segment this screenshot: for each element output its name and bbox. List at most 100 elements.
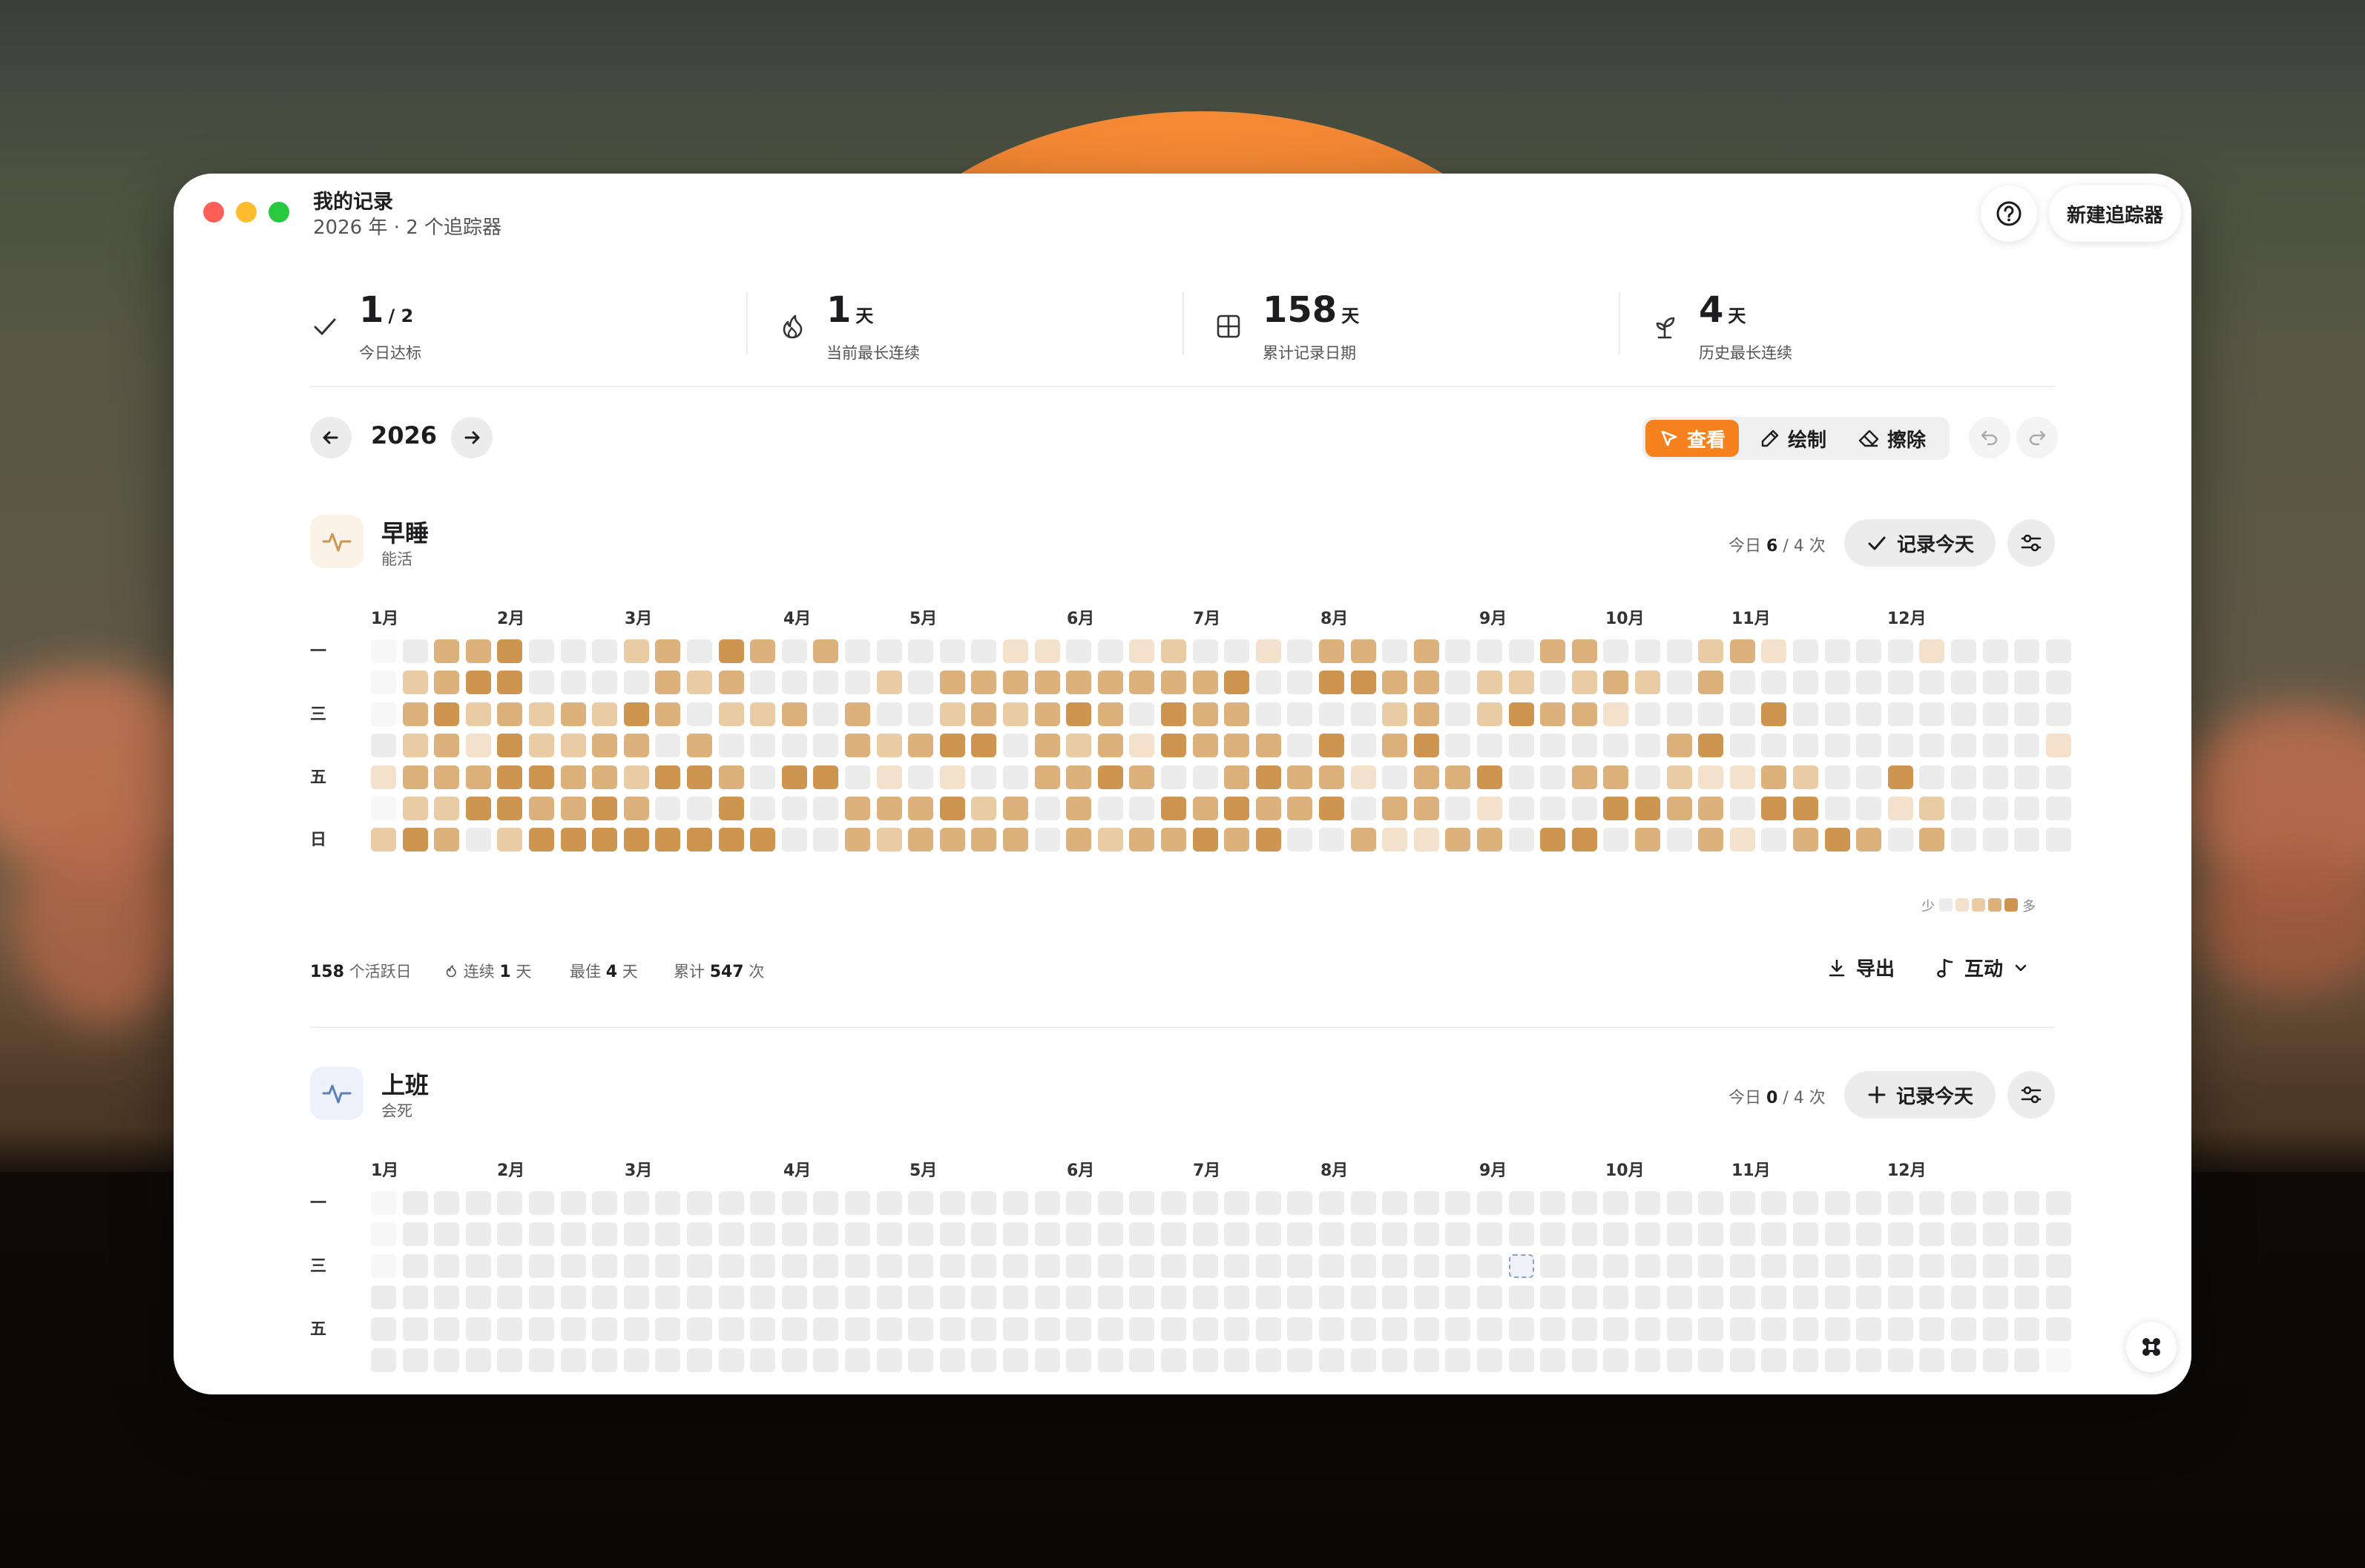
heatmap-cell[interactable] bbox=[1666, 1348, 1692, 1372]
heatmap-cell[interactable] bbox=[1034, 671, 1060, 695]
heatmap-cell[interactable] bbox=[1887, 671, 1913, 695]
heatmap-cell[interactable] bbox=[1003, 828, 1028, 852]
heatmap-cell[interactable] bbox=[592, 828, 618, 852]
heatmap-cell[interactable] bbox=[623, 1285, 649, 1310]
heatmap-cell[interactable] bbox=[1350, 1317, 1376, 1341]
heatmap-cell[interactable] bbox=[1255, 671, 1281, 695]
heatmap-cell[interactable] bbox=[1603, 1317, 1629, 1341]
heatmap-cell[interactable] bbox=[1982, 671, 2008, 695]
heatmap-cell[interactable] bbox=[1161, 1348, 1186, 1372]
heatmap-cell[interactable] bbox=[1413, 1285, 1439, 1310]
heatmap-cell[interactable] bbox=[655, 828, 681, 852]
heatmap-cell[interactable] bbox=[781, 765, 807, 789]
heatmap-cell[interactable] bbox=[813, 639, 839, 663]
heatmap-cell[interactable] bbox=[908, 1254, 934, 1278]
heatmap-cell[interactable] bbox=[1982, 1254, 2008, 1278]
heatmap-cell[interactable] bbox=[1097, 639, 1123, 663]
heatmap-cell[interactable] bbox=[781, 1222, 807, 1247]
heatmap-cell[interactable] bbox=[939, 828, 965, 852]
heatmap-cell[interactable] bbox=[1034, 797, 1060, 820]
heatmap-cell[interactable] bbox=[465, 1285, 491, 1310]
heatmap-cell[interactable] bbox=[1856, 1222, 1882, 1247]
heatmap-cell[interactable] bbox=[1224, 828, 1250, 852]
heatmap-cell[interactable] bbox=[1856, 797, 1882, 820]
heatmap-cell[interactable] bbox=[497, 1222, 523, 1247]
heatmap-cell[interactable] bbox=[1761, 1348, 1787, 1372]
heatmap-cell[interactable] bbox=[1129, 671, 1155, 695]
heatmap-cell[interactable] bbox=[1034, 765, 1060, 789]
heatmap-cell[interactable] bbox=[1856, 671, 1882, 695]
heatmap-cell[interactable] bbox=[2014, 828, 2040, 852]
heatmap-cell[interactable] bbox=[718, 1191, 744, 1215]
heatmap-cell[interactable] bbox=[1066, 1222, 1092, 1247]
heatmap-cell[interactable] bbox=[1919, 1254, 1945, 1278]
heatmap-cell[interactable] bbox=[1413, 1348, 1439, 1372]
heatmap-cell[interactable] bbox=[1571, 1254, 1597, 1278]
heatmap-cell[interactable] bbox=[465, 1317, 491, 1341]
heatmap-cell[interactable] bbox=[1413, 639, 1439, 663]
heatmap-cell[interactable] bbox=[1445, 1348, 1471, 1372]
heatmap-cell[interactable] bbox=[2045, 639, 2071, 663]
heatmap-cell[interactable] bbox=[592, 1191, 618, 1215]
heatmap-cell[interactable] bbox=[434, 797, 460, 820]
heatmap-cell[interactable] bbox=[1129, 1191, 1155, 1215]
heatmap-cell[interactable] bbox=[876, 702, 902, 726]
heatmap-cell[interactable] bbox=[971, 702, 997, 726]
heatmap-cell[interactable] bbox=[1287, 1285, 1313, 1310]
heatmap-cell[interactable] bbox=[1887, 734, 1913, 758]
heatmap-cell[interactable] bbox=[402, 671, 428, 695]
heatmap-cell[interactable] bbox=[1413, 1191, 1439, 1215]
heatmap-cell[interactable] bbox=[1413, 734, 1439, 758]
heatmap-cell[interactable] bbox=[1382, 1191, 1408, 1215]
heatmap-cell[interactable] bbox=[1508, 828, 1534, 852]
heatmap-cell[interactable] bbox=[1445, 671, 1471, 695]
heatmap-cell[interactable] bbox=[1887, 765, 1913, 789]
heatmap-cell[interactable] bbox=[1982, 702, 2008, 726]
heatmap-cell[interactable] bbox=[371, 1254, 396, 1278]
heatmap-cell[interactable] bbox=[1951, 671, 1976, 695]
heatmap-cell[interactable] bbox=[813, 1191, 839, 1215]
heatmap-cell[interactable] bbox=[1571, 1285, 1597, 1310]
heatmap-cell[interactable] bbox=[560, 1348, 586, 1372]
heatmap-cell[interactable] bbox=[971, 765, 997, 789]
heatmap-cell[interactable] bbox=[560, 1254, 586, 1278]
heatmap-cell[interactable] bbox=[1034, 639, 1060, 663]
heatmap-cell[interactable] bbox=[2014, 1191, 2040, 1215]
heatmap-cell[interactable] bbox=[1793, 639, 1818, 663]
heatmap-cell[interactable] bbox=[497, 1285, 523, 1310]
heatmap-cell[interactable] bbox=[781, 1191, 807, 1215]
heatmap-cell[interactable] bbox=[497, 765, 523, 789]
heatmap-cell[interactable] bbox=[402, 1254, 428, 1278]
heatmap-cell[interactable] bbox=[813, 734, 839, 758]
heatmap-cell[interactable] bbox=[1761, 734, 1787, 758]
heatmap-cell[interactable] bbox=[2045, 1254, 2071, 1278]
heatmap-cell[interactable] bbox=[939, 671, 965, 695]
heatmap-cell[interactable] bbox=[1919, 828, 1945, 852]
heatmap-cell[interactable] bbox=[1382, 702, 1408, 726]
heatmap-cell[interactable] bbox=[908, 1317, 934, 1341]
heatmap-cell[interactable] bbox=[813, 765, 839, 789]
undo-button[interactable] bbox=[1969, 417, 2010, 458]
heatmap-cell[interactable] bbox=[1445, 1317, 1471, 1341]
heatmap-cell[interactable] bbox=[1666, 734, 1692, 758]
heatmap-cell[interactable] bbox=[1793, 671, 1818, 695]
heatmap-cell[interactable] bbox=[465, 765, 491, 789]
heatmap-cell[interactable] bbox=[845, 639, 870, 663]
heatmap-cell[interactable] bbox=[1003, 797, 1028, 820]
heatmap-cell[interactable] bbox=[687, 765, 712, 789]
heatmap-cell[interactable] bbox=[434, 702, 460, 726]
heatmap-cell[interactable] bbox=[1729, 1191, 1755, 1215]
heatmap-cell[interactable] bbox=[623, 1191, 649, 1215]
heatmap-cell[interactable] bbox=[718, 1317, 744, 1341]
heatmap-cell[interactable] bbox=[2045, 1285, 2071, 1310]
heatmap-cell[interactable] bbox=[1824, 1254, 1850, 1278]
heatmap-cell[interactable] bbox=[1824, 1222, 1850, 1247]
heatmap-cell[interactable] bbox=[1540, 765, 1566, 789]
heatmap-cell[interactable] bbox=[1003, 765, 1028, 789]
heatmap-cell[interactable] bbox=[1097, 1254, 1123, 1278]
heatmap-cell[interactable] bbox=[939, 1191, 965, 1215]
heatmap-cell[interactable] bbox=[1097, 797, 1123, 820]
heatmap-cell[interactable] bbox=[1003, 1285, 1028, 1310]
heatmap-cell[interactable] bbox=[1224, 671, 1250, 695]
heatmap-cell[interactable] bbox=[1319, 1348, 1344, 1372]
